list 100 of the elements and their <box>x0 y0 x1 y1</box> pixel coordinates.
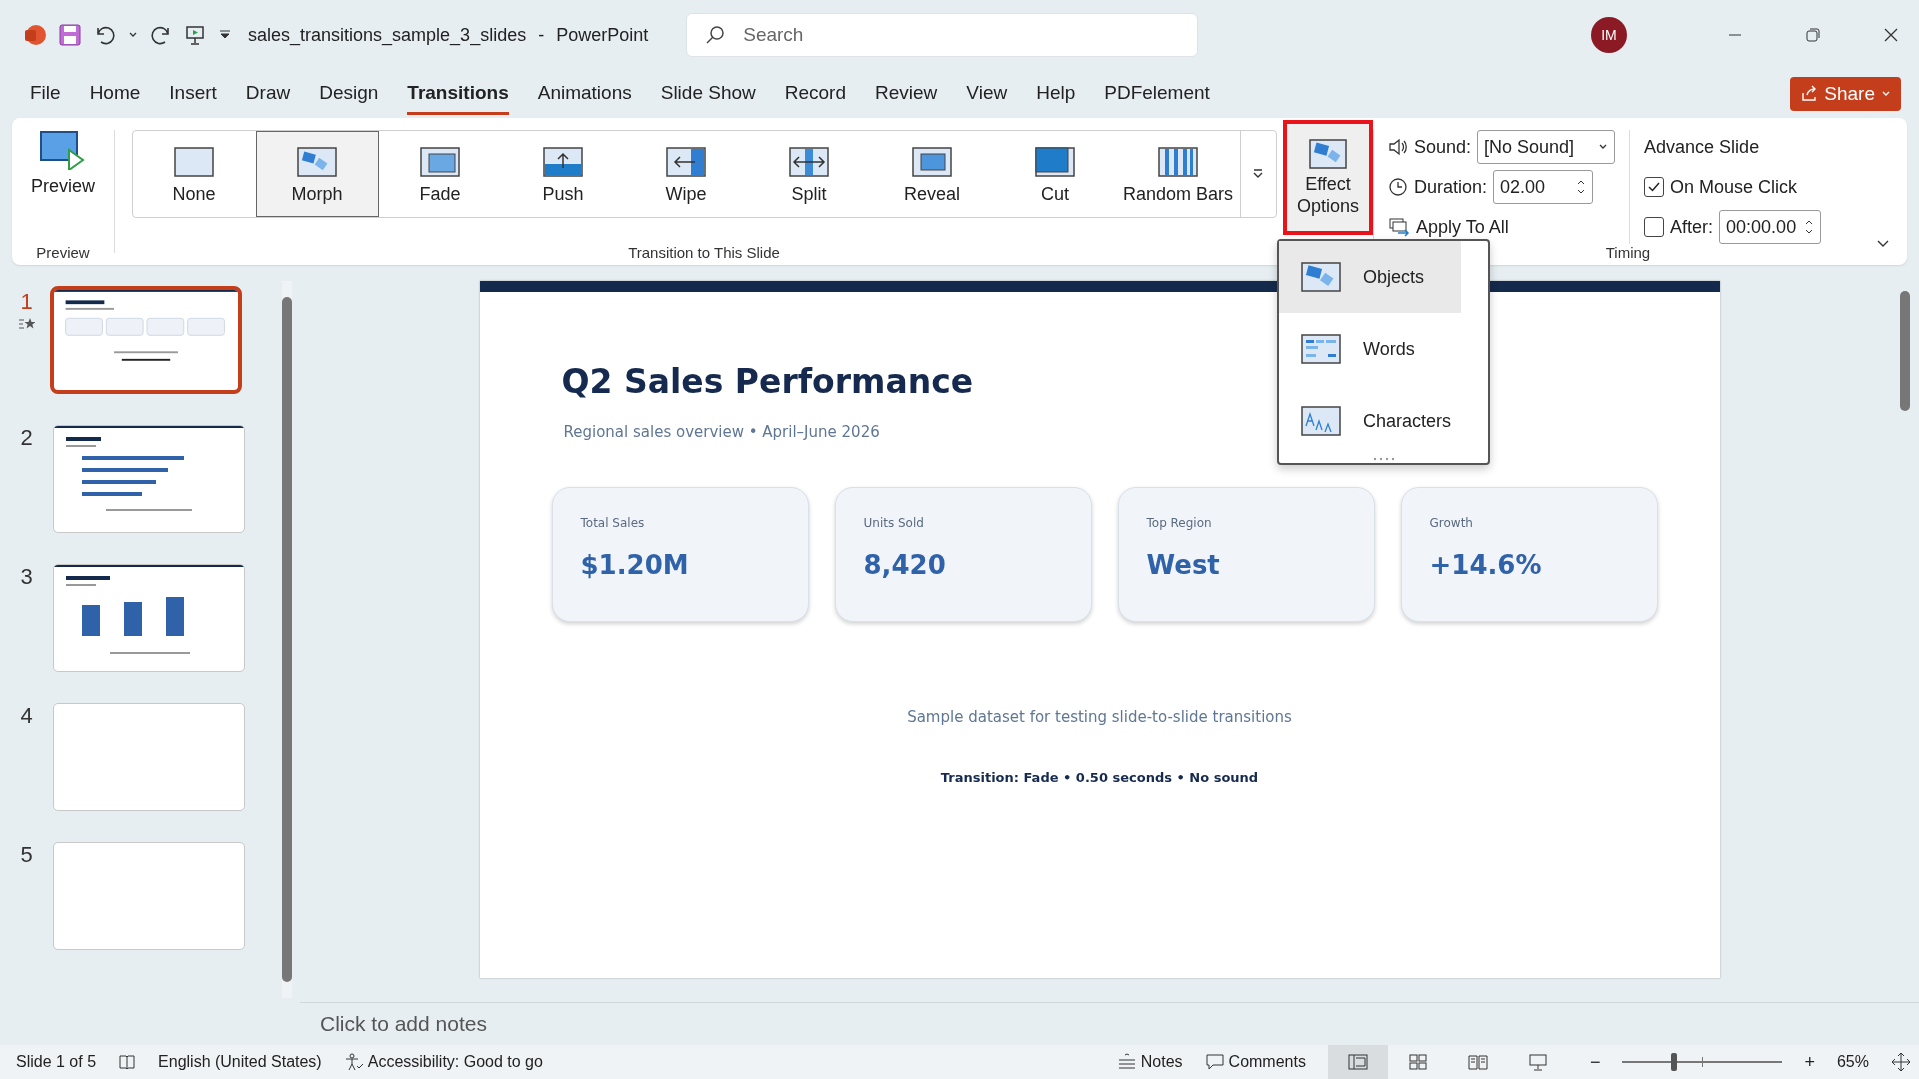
transition-option[interactable]: Fade <box>378 131 502 217</box>
transition-option[interactable]: Split <box>747 131 871 217</box>
transition-option[interactable]: Random Bars <box>1116 131 1240 217</box>
user-avatar[interactable]: IM <box>1591 17 1627 53</box>
accessibility-icon <box>343 1053 364 1071</box>
transition-option[interactable]: Morph <box>255 131 379 217</box>
fit-slide-icon[interactable] <box>1891 1052 1911 1072</box>
effect-options-button[interactable]: Effect Options <box>1283 120 1373 235</box>
slide-thumbnail[interactable] <box>50 286 242 394</box>
group-label: Preview <box>36 244 90 261</box>
share-button[interactable]: Share <box>1790 77 1901 111</box>
menu-tab[interactable]: Home <box>89 73 141 115</box>
menu-tab[interactable]: Draw <box>245 73 291 115</box>
menu-tab[interactable]: Design <box>319 73 379 115</box>
slide-note: Sample dataset for testing slide-to-slide transitions <box>906 708 1293 726</box>
slideshow-view-icon <box>1526 1053 1549 1071</box>
view-button[interactable] <box>1327 1045 1388 1079</box>
menu-tab[interactable]: View <box>966 73 1008 115</box>
metric-value: West <box>1146 550 1220 580</box>
menu-tab[interactable]: Transitions <box>407 73 509 115</box>
slide-number: 2 <box>20 425 33 451</box>
menu-tab[interactable]: Animations <box>537 73 632 115</box>
zoom-out-button[interactable]: − <box>1589 1051 1601 1073</box>
redo-icon[interactable] <box>150 24 172 46</box>
app-logo-icon <box>24 24 46 46</box>
spinner-arrows-icon[interactable] <box>1804 218 1815 236</box>
sorter-view-icon <box>1406 1053 1429 1071</box>
comment-icon <box>1204 1053 1225 1071</box>
transition-option[interactable]: None <box>132 131 256 217</box>
characters-effect-icon <box>1299 404 1343 438</box>
search-field[interactable]: Search <box>686 13 1199 57</box>
zoom-slider-thumb[interactable] <box>1670 1053 1677 1071</box>
after-checkbox[interactable] <box>1644 217 1665 237</box>
words-effect-icon <box>1299 332 1343 366</box>
menu-tab[interactable]: Slide Show <box>660 73 756 115</box>
transition-option[interactable]: Cut <box>993 131 1117 217</box>
speaker-icon <box>1388 137 1408 157</box>
advance-slide-label: Advance Slide <box>1644 136 1760 158</box>
menu-tab[interactable]: Record <box>784 73 846 115</box>
slide-number: 3 <box>20 564 33 590</box>
slide-thumbnail[interactable] <box>53 703 245 811</box>
comments-button[interactable]: Comments <box>1204 1053 1306 1071</box>
slide-thumbnail[interactable] <box>53 564 245 672</box>
slide-number: 4 <box>20 703 33 729</box>
slide-thumbnail[interactable] <box>53 842 245 950</box>
slide-subtitle: Regional sales overview • April–June 2026 <box>563 423 881 441</box>
menu-tab[interactable]: PDFelement <box>1104 73 1210 115</box>
notes-field[interactable]: Click to add notes <box>318 1005 1882 1043</box>
normal-view-icon <box>1346 1053 1369 1071</box>
metric-value: $1.20M <box>580 550 689 580</box>
sound-dropdown[interactable]: [No Sound] <box>1477 130 1616 164</box>
slide-counter: Slide 1 of 5 <box>16 1053 97 1071</box>
spinner-arrows-icon[interactable] <box>1576 178 1587 196</box>
close-icon[interactable] <box>1883 27 1899 43</box>
resize-grip-icon[interactable] <box>1373 457 1395 461</box>
metric-value: +14.6% <box>1429 550 1542 580</box>
notes-button[interactable]: Notes <box>1116 1053 1183 1071</box>
duration-field[interactable]: 02.00 <box>1493 170 1594 204</box>
transition-option[interactable]: Wipe <box>624 131 748 217</box>
checkmark-icon <box>1647 180 1662 194</box>
present-icon[interactable] <box>184 24 206 46</box>
notes-icon <box>1116 1053 1137 1071</box>
language-label[interactable]: English (United States) <box>158 1053 322 1071</box>
undo-icon[interactable] <box>94 24 116 46</box>
slide-title: Q2 Sales Performance <box>561 362 975 401</box>
transition-option[interactable]: Push <box>501 131 625 217</box>
group-label: Transition to This Slide <box>628 244 780 261</box>
share-icon <box>1800 85 1819 103</box>
transition-option[interactable]: Reveal <box>870 131 994 217</box>
preview-icon <box>39 130 87 170</box>
menu-item[interactable]: Objects <box>1279 241 1461 313</box>
scrollbar[interactable] <box>282 281 292 998</box>
transition-info: Transition: Fade • 0.50 seconds • No sound <box>939 770 1260 785</box>
restore-icon[interactable] <box>1805 27 1821 43</box>
metric-label: Top Region <box>1146 516 1212 530</box>
metric-value: 8,420 <box>863 550 946 580</box>
apply-all-icon <box>1388 217 1410 237</box>
accessibility-button[interactable]: Accessibility: Good to go <box>343 1053 543 1071</box>
menu-tab[interactable]: Help <box>1036 73 1076 115</box>
app-name: PowerPoint <box>556 24 649 46</box>
objects-effect-icon <box>1299 260 1343 294</box>
save-icon[interactable] <box>58 23 82 47</box>
menu-tab[interactable]: Insert <box>169 73 217 115</box>
menu-tab[interactable]: File <box>30 73 61 115</box>
preview-button[interactable]: Preview <box>31 130 95 197</box>
zoom-in-button[interactable]: + <box>1804 1051 1815 1073</box>
document-title: sales_transitions_sample_3_slides <box>248 24 527 46</box>
after-time-field[interactable]: 00:00.00 <box>1719 210 1822 244</box>
metric-label: Total Sales <box>580 516 645 530</box>
menu-item[interactable]: Characters <box>1279 385 1461 457</box>
menu-tab[interactable]: Review <box>875 73 938 115</box>
book-check-icon[interactable] <box>118 1053 137 1071</box>
duration-label: Duration: <box>1414 176 1488 198</box>
apply-to-all-button[interactable]: Apply To All <box>1388 210 1509 244</box>
reading-view-icon <box>1466 1053 1489 1071</box>
on-mouse-click-checkbox[interactable] <box>1644 177 1665 197</box>
zoom-level[interactable]: 65% <box>1836 1053 1869 1071</box>
menu-item[interactable]: Words <box>1279 313 1461 385</box>
clock-icon <box>1388 177 1408 197</box>
slide-thumbnail[interactable] <box>53 425 245 533</box>
